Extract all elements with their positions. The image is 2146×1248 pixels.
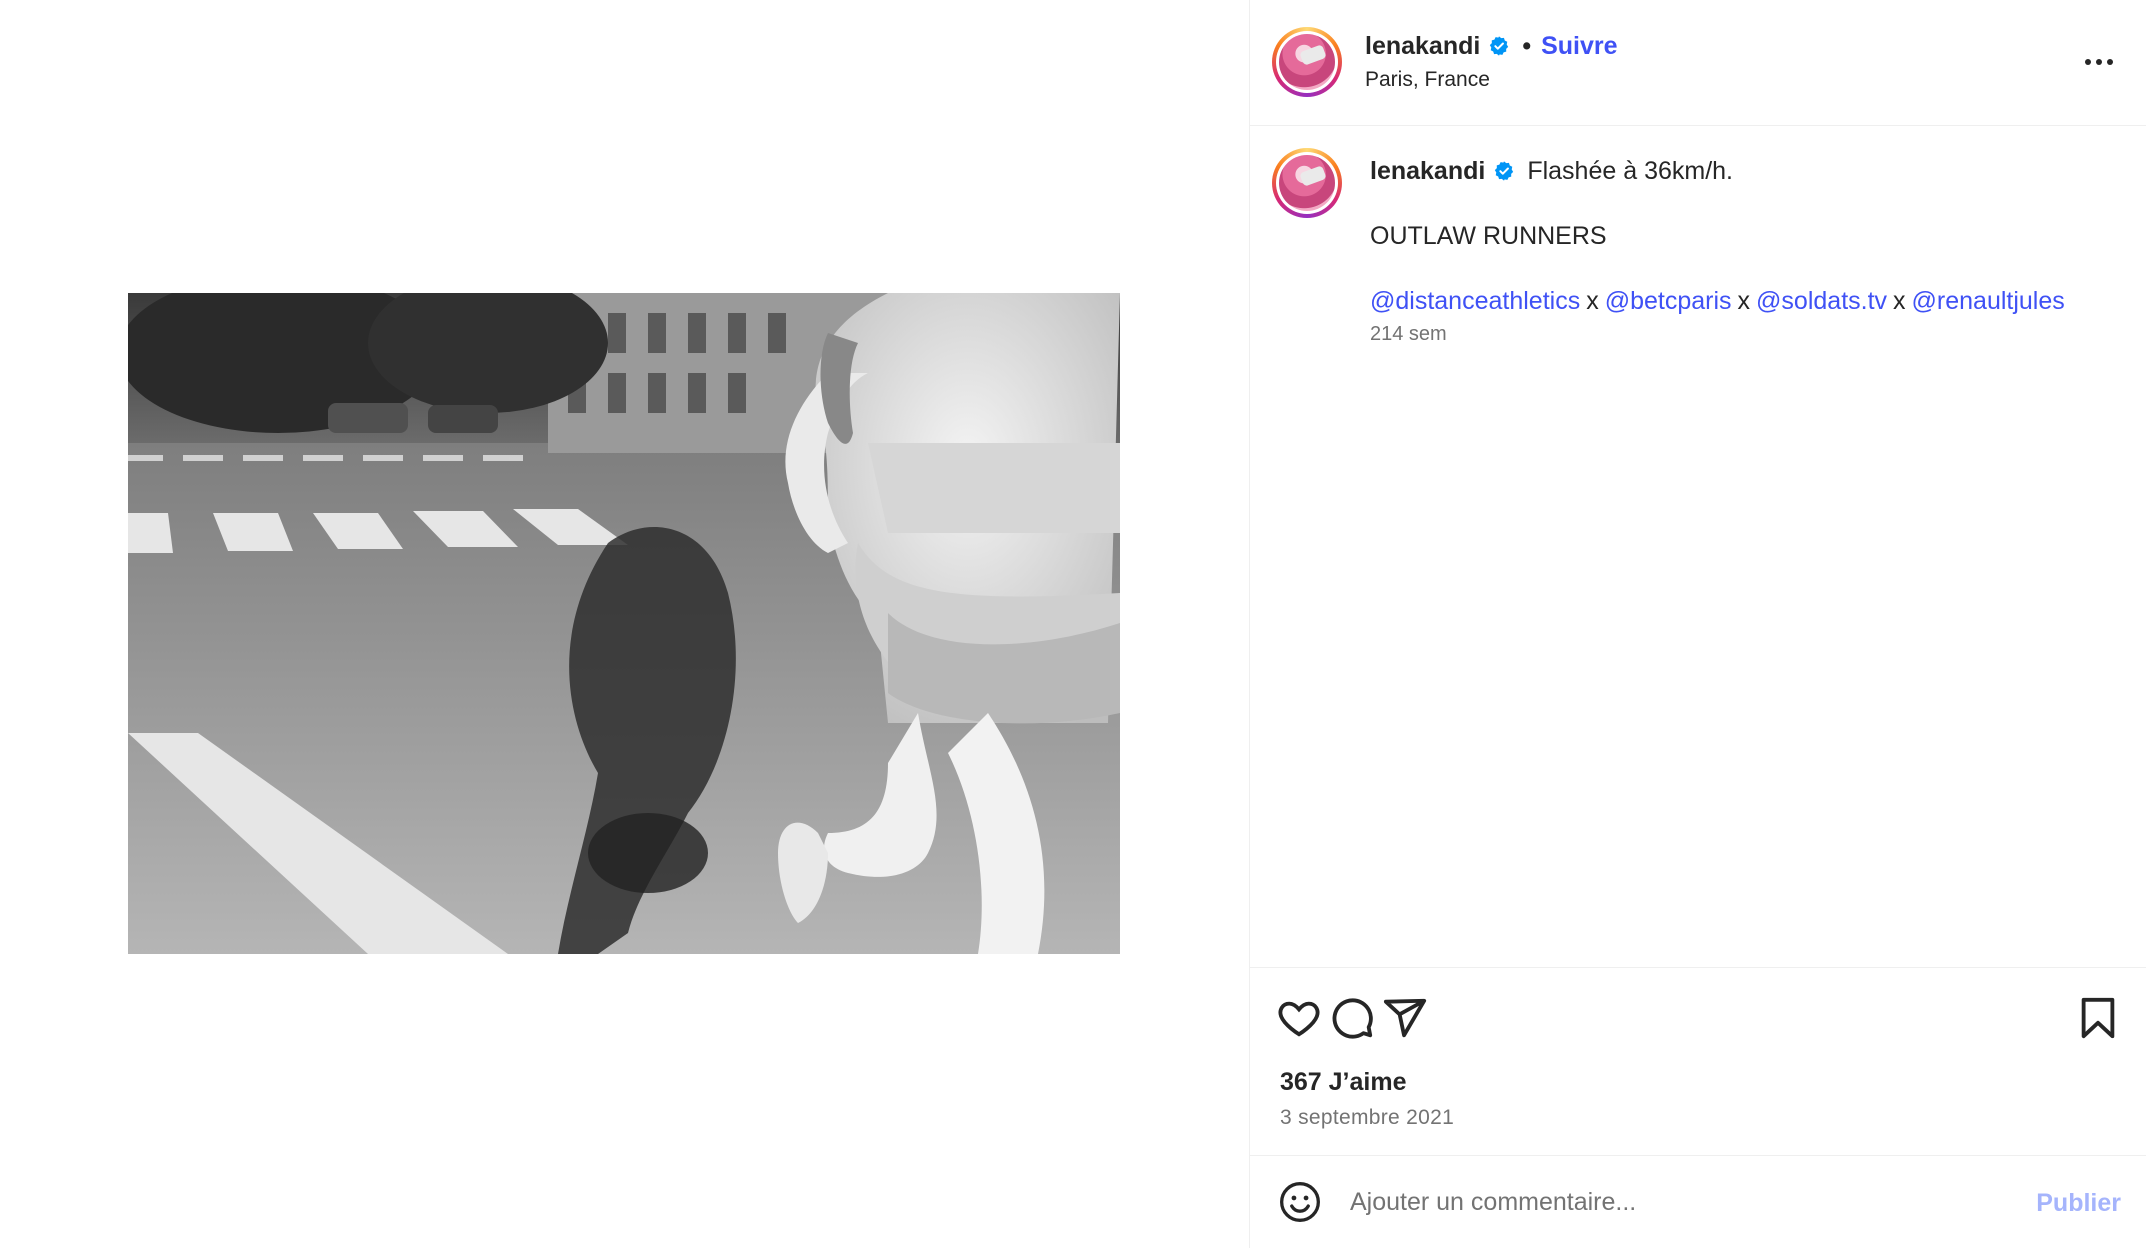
post-side-panel: lenakandi • Suivre Paris, France lenakandi… (1249, 0, 2146, 1248)
caption-title: OUTLAW RUNNERS (1370, 222, 1607, 250)
tag-separator: x (1586, 287, 1599, 315)
media-area (0, 0, 1249, 1248)
mention-link[interactable]: @betcparis (1605, 287, 1732, 315)
runner-photo-image (128, 293, 1120, 954)
author-username[interactable]: lenakandi (1365, 32, 1480, 60)
publish-button[interactable]: Publier (2036, 1189, 2121, 1218)
verified-badge-icon (1495, 161, 1514, 181)
header-user-line: lenakandi • Suivre (1365, 32, 1618, 61)
tag-separator: x (1737, 287, 1751, 315)
comment-bar: Publier (1250, 1155, 2146, 1248)
like-count[interactable]: 367 J’aime (1280, 1068, 1407, 1097)
mention-link[interactable]: @soldats.tv (1756, 287, 1887, 315)
heart-icon[interactable] (1276, 995, 1322, 1041)
author-avatar[interactable] (1272, 27, 1342, 97)
caption-author-avatar[interactable] (1272, 148, 1342, 218)
mention-link[interactable]: @renaultjules (1912, 287, 2065, 315)
post-location[interactable]: Paris, France (1365, 68, 1490, 92)
tag-separator: x (1893, 287, 1906, 315)
caption-tags: @distanceathletics x @betcparis x @soldats.t… (1370, 285, 2110, 317)
caption-username[interactable]: lenakandi (1370, 157, 1485, 185)
post-header: lenakandi • Suivre Paris, France (1250, 0, 2146, 126)
more-horizontal-icon[interactable] (2081, 44, 2117, 80)
post-date: 3 septembre 2021 (1280, 1106, 1455, 1129)
caption-first-line: lenakandi Flashée à 36km/h. (1370, 155, 2110, 187)
mention-link[interactable]: @distanceathletics (1370, 287, 1580, 315)
bookmark-icon[interactable] (2075, 995, 2121, 1041)
emoji-icon[interactable] (1278, 1180, 1322, 1224)
caption: lenakandi Flashée à 36km/h. OUTLAW RUNNER… (1370, 155, 2110, 346)
caption-timestamp[interactable]: 214 sem (1370, 323, 2110, 346)
header-separator: • (1522, 32, 1532, 60)
comment-icon[interactable] (1329, 995, 1375, 1041)
instagram-post-page: lenakandi • Suivre Paris, France lenakandi… (0, 0, 2146, 1248)
caption-text: Flashée à 36km/h. (1527, 157, 1733, 185)
post-photo[interactable] (128, 293, 1120, 954)
comment-input[interactable] (1350, 1180, 2000, 1224)
follow-button[interactable]: Suivre (1541, 32, 1617, 60)
verified-badge-icon (1490, 36, 1509, 56)
post-actions: 367 J’aime 3 septembre 2021 (1250, 967, 2146, 1155)
send-icon[interactable] (1382, 995, 1428, 1041)
